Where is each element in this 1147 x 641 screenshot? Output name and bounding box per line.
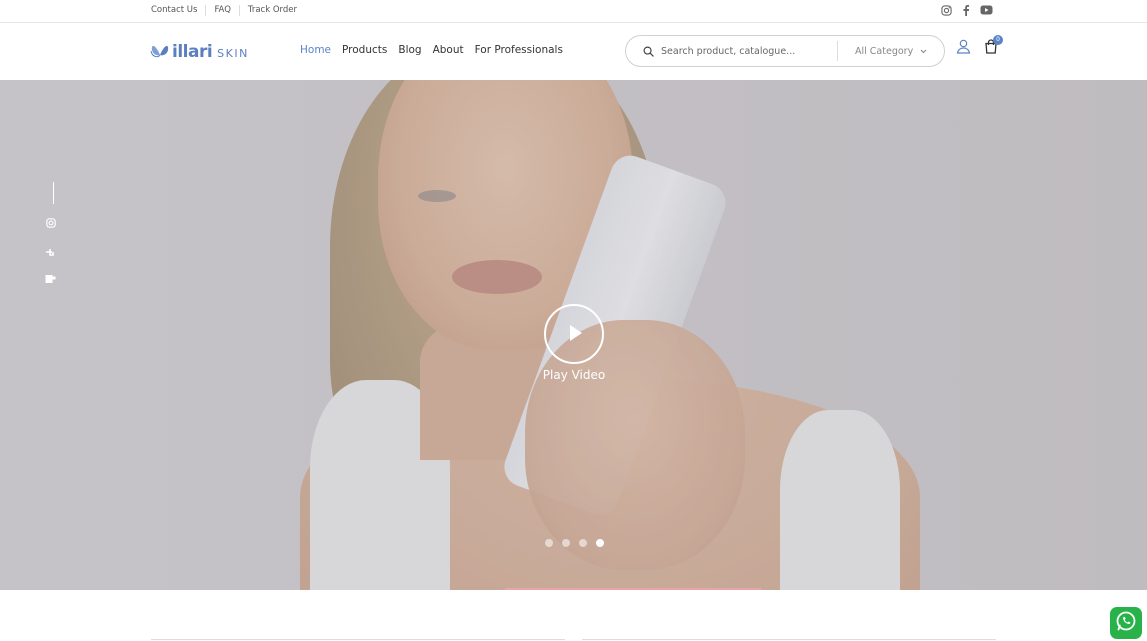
play-video-label[interactable]: Play Video: [528, 368, 620, 382]
nav-blog[interactable]: Blog: [398, 44, 421, 56]
butterfly-logo-icon: [150, 41, 170, 63]
instagram-icon[interactable]: [941, 4, 952, 16]
facebook-icon[interactable]: [45, 241, 56, 260]
main-nav: Home Products Blog About For Professiona…: [300, 44, 563, 56]
search-bar: All Category: [625, 35, 945, 67]
cart-count-badge: 0: [993, 35, 1003, 45]
play-icon: [569, 324, 583, 346]
topbar-social: [941, 4, 993, 16]
youtube-icon[interactable]: [980, 5, 993, 15]
logo-brand: illari: [172, 42, 213, 62]
category-select[interactable]: All Category: [855, 46, 927, 57]
hero-side-social: [45, 182, 56, 288]
side-social-line: [53, 182, 54, 204]
nav-home[interactable]: Home: [300, 44, 331, 56]
section-divider-right: [582, 639, 996, 640]
slider-dot-1[interactable]: [545, 539, 553, 547]
facebook-icon[interactable]: [962, 4, 970, 16]
search-input[interactable]: [661, 45, 829, 57]
track-order-link[interactable]: Track Order: [238, 5, 305, 16]
chevron-down-icon: [920, 46, 927, 57]
slider-dot-4[interactable]: [596, 539, 604, 547]
contact-us-link[interactable]: Contact Us: [151, 5, 205, 16]
logo-suffix: SKIN: [217, 47, 249, 60]
main-header: illari SKIN Home Products Blog About For…: [0, 23, 1147, 80]
youtube-icon[interactable]: [45, 269, 56, 288]
section-divider-left: [151, 639, 565, 640]
slider-dot-2[interactable]: [562, 539, 570, 547]
slider-pagination: [545, 539, 604, 547]
whatsapp-icon: [1115, 610, 1137, 636]
user-icon[interactable]: [956, 39, 971, 58]
hero-progress-line: [505, 588, 761, 590]
search-icon[interactable]: [643, 42, 654, 61]
topbar-links: Contact Us FAQ Track Order: [151, 5, 305, 16]
nav-about[interactable]: About: [433, 44, 464, 56]
instagram-icon[interactable]: [45, 213, 56, 232]
site-logo[interactable]: illari SKIN: [150, 41, 249, 63]
slider-dot-3[interactable]: [579, 539, 587, 547]
search-divider: [837, 41, 838, 61]
nav-for-professionals[interactable]: For Professionals: [475, 44, 563, 56]
top-bar: Contact Us FAQ Track Order: [0, 0, 1147, 23]
nav-products[interactable]: Products: [342, 44, 387, 56]
category-label: All Category: [855, 45, 914, 57]
whatsapp-chat-button[interactable]: [1110, 607, 1142, 639]
faq-link[interactable]: FAQ: [205, 5, 238, 16]
